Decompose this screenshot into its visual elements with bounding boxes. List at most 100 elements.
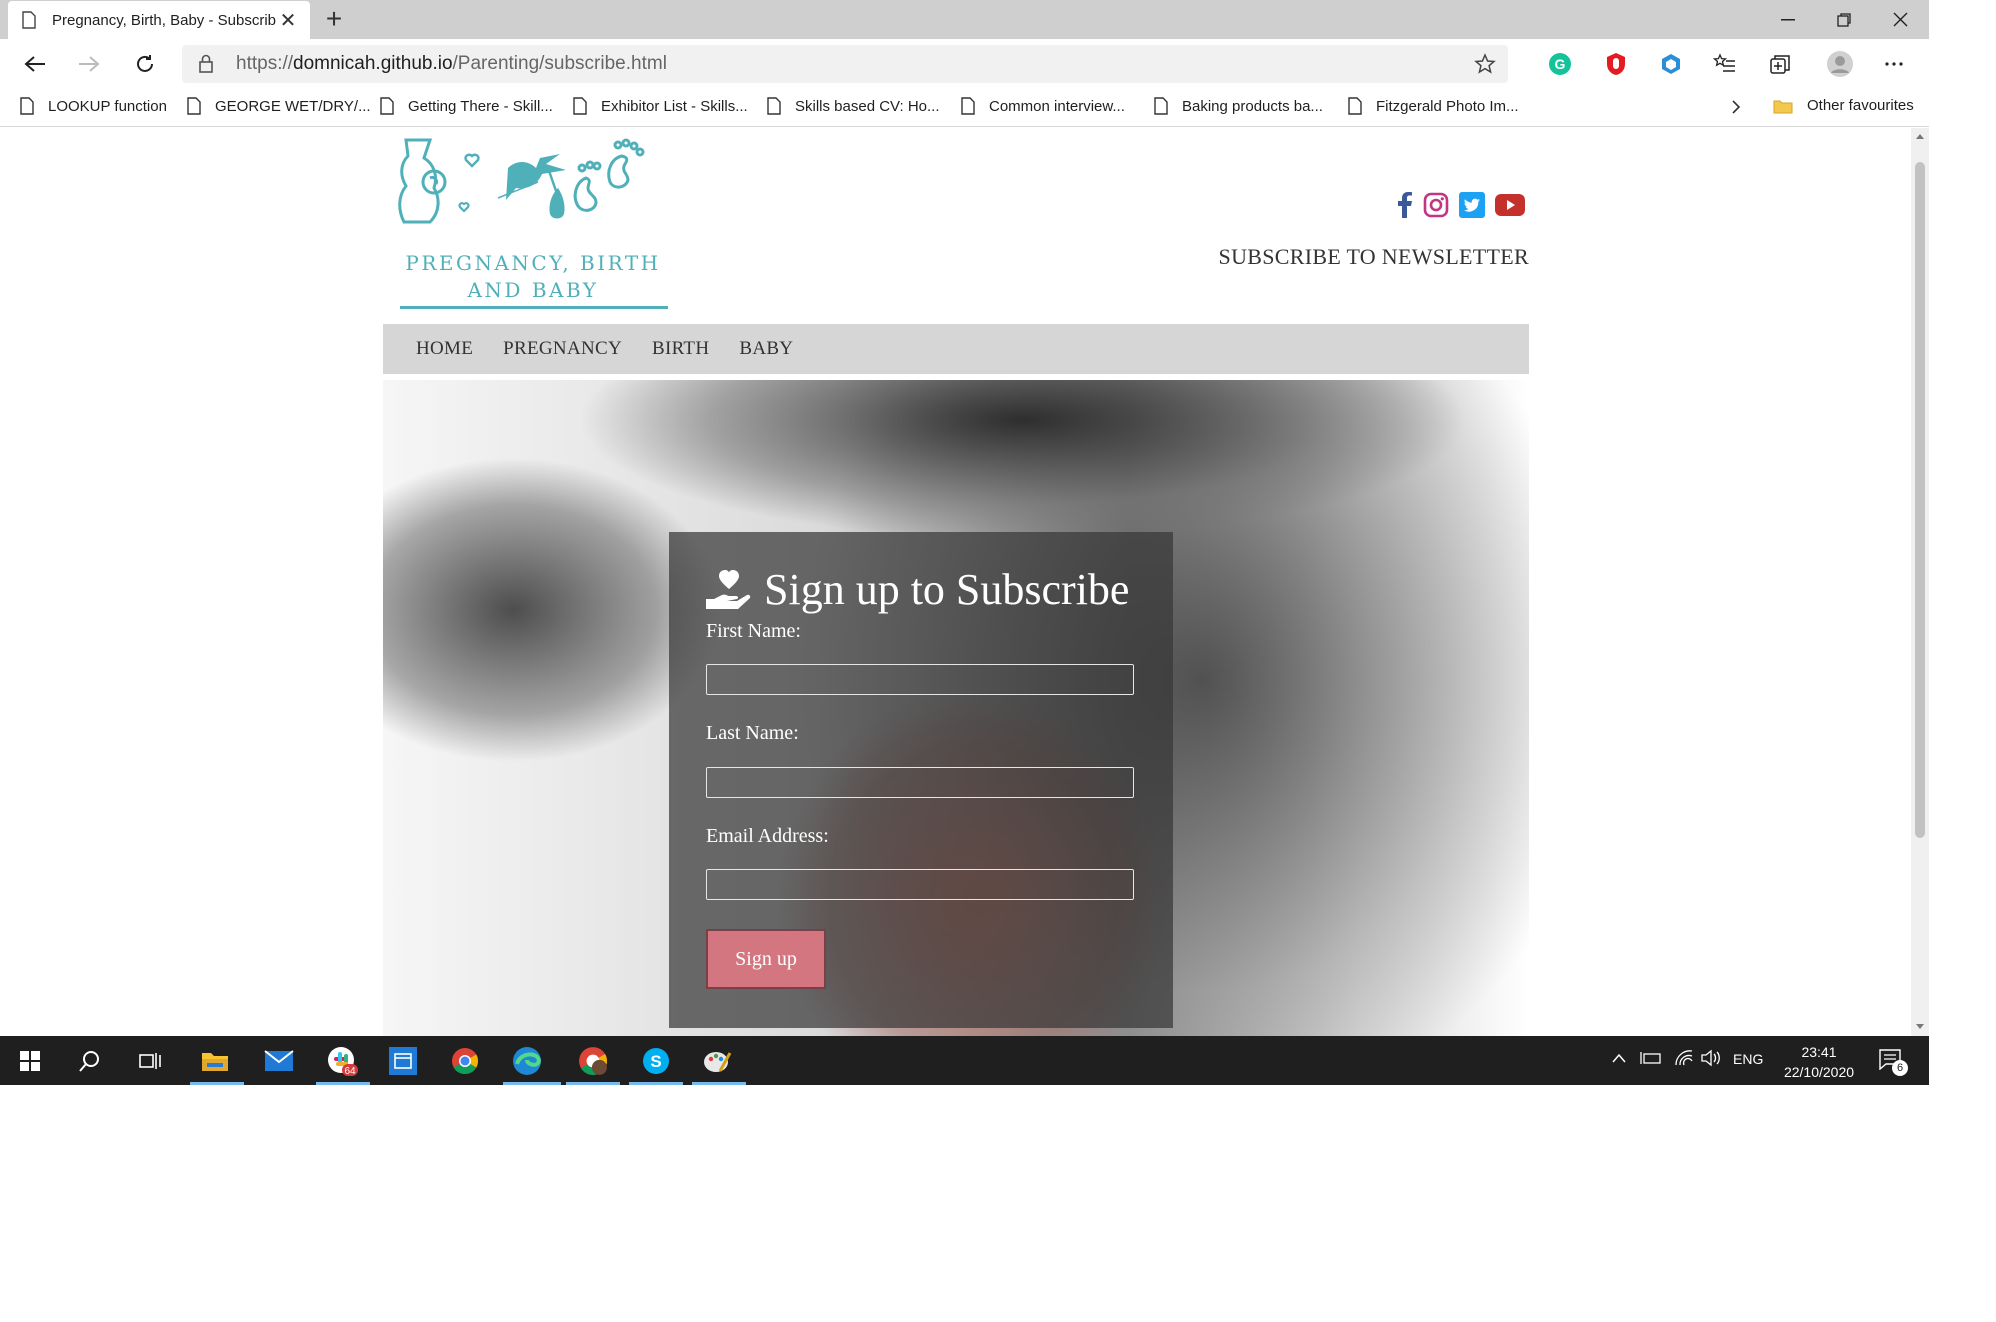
mail-icon[interactable] <box>263 1045 295 1077</box>
wifi-icon[interactable] <box>1674 1049 1694 1067</box>
bookmark-item[interactable]: Baking products ba... <box>1154 97 1323 115</box>
lock-icon <box>199 54 213 73</box>
sign-up-button[interactable]: Sign up <box>706 929 826 989</box>
bookmark-item[interactable]: Exhibitor List - Skills... <box>573 97 748 115</box>
scroll-up-icon[interactable] <box>1916 133 1924 139</box>
notification-count: 6 <box>1892 1060 1908 1076</box>
close-window-icon[interactable] <box>1872 0 1928 39</box>
extension-hex-icon[interactable] <box>1659 52 1683 76</box>
signup-form: Sign up to Subscribe First Name: Last Na… <box>669 532 1173 1028</box>
scroll-down-icon[interactable] <box>1916 1024 1924 1030</box>
hero-image: Sign up to Subscribe First Name: Last Na… <box>383 380 1529 1036</box>
slack-icon[interactable]: 64 <box>326 1045 358 1077</box>
grammarly-icon[interactable]: G <box>1548 52 1572 76</box>
nav-baby[interactable]: BABY <box>739 338 793 360</box>
task-view-icon[interactable] <box>134 1045 166 1077</box>
back-icon[interactable] <box>16 46 54 82</box>
bookmark-item[interactable]: Getting There - Skill... <box>380 97 553 115</box>
youtube-icon[interactable] <box>1495 194 1525 216</box>
twitter-icon[interactable] <box>1459 192 1485 218</box>
other-favourites[interactable]: Other favourites <box>1773 97 1914 114</box>
bookmark-item[interactable]: GEORGE WET/DRY/... <box>187 97 371 115</box>
first-name-input[interactable] <box>706 664 1134 695</box>
notification-center-icon[interactable]: 6 <box>1878 1048 1908 1076</box>
taskbar-active-indicator <box>503 1082 561 1085</box>
chrome-profile-icon[interactable] <box>577 1045 609 1077</box>
tab-strip: Pregnancy, Birth, Baby - Subscrib ✕ + <box>0 0 1929 39</box>
forward-icon[interactable] <box>70 46 108 82</box>
slack-badge: 64 <box>344 1066 356 1077</box>
folder-icon <box>1773 100 1793 113</box>
subscribe-newsletter-link[interactable]: SUBSCRIBE TO NEWSLETTER <box>1219 244 1529 270</box>
bookmarks-bar: LOOKUP function GEORGE WET/DRY/... Getti… <box>0 89 1929 127</box>
logo-text: PREGNANCY, BIRTH AND BABY <box>398 250 668 304</box>
taskbar-active-indicator <box>692 1082 746 1085</box>
bookmark-label: GEORGE WET/DRY/... <box>215 97 371 115</box>
page-icon <box>961 97 975 115</box>
facebook-icon[interactable] <box>1397 192 1413 218</box>
nav-birth[interactable]: BIRTH <box>652 338 709 360</box>
bookmark-item[interactable]: LOOKUP function <box>20 97 167 115</box>
opera-adblock-icon[interactable] <box>1604 52 1628 76</box>
restore-icon[interactable] <box>1816 0 1872 39</box>
battery-icon[interactable] <box>1640 1050 1662 1066</box>
page-icon <box>1348 97 1362 115</box>
address-bar[interactable]: https://domnicah.github.io/Parenting/sub… <box>182 45 1508 83</box>
first-name-label: First Name: <box>706 620 801 642</box>
profile-avatar-icon[interactable] <box>1826 50 1854 78</box>
tray-overflow-icon[interactable] <box>1612 1053 1626 1063</box>
language-indicator[interactable]: ENG <box>1733 1051 1763 1067</box>
paint-icon[interactable] <box>701 1045 733 1077</box>
clock-time: 23:41 <box>1801 1044 1837 1060</box>
browser-toolbar: https://domnicah.github.io/Parenting/sub… <box>0 39 1929 89</box>
browser-tab[interactable]: Pregnancy, Birth, Baby - Subscrib ✕ <box>8 1 310 39</box>
chrome-icon[interactable] <box>449 1045 481 1077</box>
file-explorer-icon[interactable] <box>199 1045 231 1077</box>
bookmark-item[interactable]: Skills based CV: Ho... <box>767 97 940 115</box>
collections-icon[interactable] <box>1768 52 1792 76</box>
bookmark-label: Getting There - Skill... <box>408 97 553 115</box>
page-icon <box>380 97 394 115</box>
page-icon <box>573 97 587 115</box>
skype-icon[interactable]: S <box>640 1045 672 1077</box>
bookmark-label: Exhibitor List - Skills... <box>601 97 748 115</box>
refresh-icon[interactable] <box>126 46 164 82</box>
scroll-thumb[interactable] <box>1915 162 1925 838</box>
last-name-input[interactable] <box>706 767 1134 798</box>
nav-home[interactable]: HOME <box>416 338 473 360</box>
tab-title: Pregnancy, Birth, Baby - Subscrib <box>52 11 276 29</box>
bookmark-item[interactable]: Common interview... <box>961 97 1125 115</box>
search-icon[interactable] <box>74 1045 106 1077</box>
screen: Pregnancy, Birth, Baby - Subscrib ✕ + ht… <box>0 0 1996 1322</box>
web-viewport: PREGNANCY, BIRTH AND BABY SUBSCRIBE TO N… <box>0 128 1911 1036</box>
windows-start-icon[interactable] <box>14 1045 46 1077</box>
new-tab-icon[interactable]: + <box>318 4 350 36</box>
taskbar-active-indicator <box>629 1082 683 1085</box>
clock[interactable]: 23:41 22/10/2020 <box>1776 1042 1862 1082</box>
nav-pregnancy[interactable]: PREGNANCY <box>503 338 622 360</box>
bookmarks-overflow-icon[interactable] <box>1730 99 1756 115</box>
bookmark-label: Skills based CV: Ho... <box>795 97 940 115</box>
edge-icon[interactable] <box>511 1045 543 1077</box>
instagram-icon[interactable] <box>1423 192 1449 218</box>
volume-icon[interactable] <box>1700 1049 1722 1067</box>
url-path: /Parenting/subscribe.html <box>452 53 667 74</box>
minimize-icon[interactable] <box>1760 0 1816 39</box>
email-input[interactable] <box>706 869 1134 900</box>
svg-text:G: G <box>1555 56 1566 72</box>
favorites-list-icon[interactable] <box>1713 52 1737 76</box>
site-logo[interactable]: PREGNANCY, BIRTH AND BABY <box>398 138 668 309</box>
tab-close-icon[interactable]: ✕ <box>276 8 300 33</box>
page-icon <box>1154 97 1168 115</box>
main-nav: HOME PREGNANCY BIRTH BABY <box>383 324 1529 374</box>
calendar-app-icon[interactable] <box>387 1045 419 1077</box>
page-icon <box>767 97 781 115</box>
signup-title-text: Sign up to Subscribe <box>764 565 1130 614</box>
favorite-star-icon[interactable] <box>1474 53 1496 75</box>
logo-line2: AND BABY <box>467 278 599 302</box>
more-menu-icon[interactable] <box>1882 52 1906 76</box>
bookmark-item[interactable]: Fitzgerald Photo Im... <box>1348 97 1519 115</box>
logo-underline <box>400 306 668 309</box>
vertical-scrollbar[interactable] <box>1911 128 1929 1036</box>
bookmark-label: Fitzgerald Photo Im... <box>1376 97 1519 115</box>
